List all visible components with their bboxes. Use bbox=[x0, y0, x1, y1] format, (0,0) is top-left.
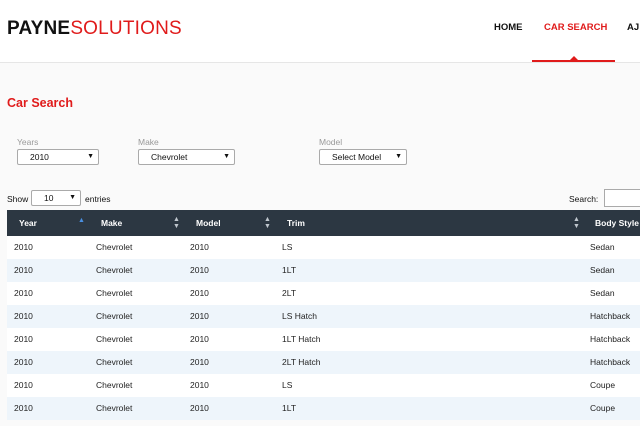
cell-body-style: Sedan bbox=[590, 288, 615, 298]
nav-active-caret-icon bbox=[570, 56, 578, 60]
make-select-value: Chevrolet bbox=[151, 152, 188, 162]
cell-body-style: Sedan bbox=[590, 242, 615, 252]
column-header-body-style[interactable]: Body Style bbox=[595, 218, 639, 228]
cell-body-style: Sedan bbox=[590, 265, 615, 275]
cell-body-style: Hatchback bbox=[590, 311, 631, 321]
cell-make: Chevrolet bbox=[96, 380, 133, 390]
cell-body-style: Coupe bbox=[590, 403, 616, 413]
search-label: Search: bbox=[569, 194, 599, 204]
nav-item-partial[interactable]: AJ bbox=[627, 22, 639, 33]
cell-trim: 2LT bbox=[282, 288, 297, 298]
cell-model: 2010 bbox=[190, 265, 209, 275]
nav-active-underline bbox=[532, 60, 615, 62]
column-header-trim[interactable]: Trim bbox=[287, 218, 305, 228]
cell-year: 2010 bbox=[14, 265, 33, 275]
cell-year: 2010 bbox=[14, 311, 33, 321]
brand-logo[interactable]: PAYNESOLUTIONS bbox=[7, 18, 182, 40]
cell-trim: 1LT bbox=[282, 265, 297, 275]
column-header-make[interactable]: Make bbox=[101, 218, 122, 228]
cell-make: Chevrolet bbox=[96, 357, 133, 367]
sort-both-icon[interactable]: ▲ ▼ bbox=[573, 216, 580, 230]
cell-trim: 2LT Hatch bbox=[282, 357, 321, 367]
cell-year: 2010 bbox=[14, 403, 33, 413]
model-select[interactable]: Select Model ▼ bbox=[319, 149, 407, 165]
cell-year: 2010 bbox=[14, 334, 33, 344]
chevron-down-icon: ▼ bbox=[69, 194, 76, 201]
years-label: Years bbox=[17, 137, 39, 147]
nav-home[interactable]: HOME bbox=[494, 22, 523, 33]
years-select-value: 2010 bbox=[30, 152, 49, 162]
top-bar: PAYNESOLUTIONS HOME CAR SEARCH AJ bbox=[0, 0, 640, 63]
cell-model: 2010 bbox=[190, 242, 209, 252]
cell-year: 2010 bbox=[14, 380, 33, 390]
entries-length-value: 10 bbox=[44, 193, 54, 203]
cell-make: Chevrolet bbox=[96, 242, 133, 252]
cell-trim: 1LT Hatch bbox=[282, 334, 321, 344]
cell-make: Chevrolet bbox=[96, 403, 133, 413]
make-label: Make bbox=[138, 137, 159, 147]
sort-both-icon[interactable]: ▲ ▼ bbox=[173, 216, 180, 230]
cell-make: Chevrolet bbox=[96, 311, 133, 321]
model-label: Model bbox=[319, 137, 343, 147]
sort-asc-icon[interactable]: ▲ bbox=[78, 217, 85, 224]
cell-year: 2010 bbox=[14, 242, 33, 252]
cell-model: 2010 bbox=[190, 311, 209, 321]
cell-year: 2010 bbox=[14, 288, 33, 298]
search-input[interactable] bbox=[604, 189, 640, 207]
cell-year: 2010 bbox=[14, 357, 33, 367]
show-label: Show bbox=[7, 194, 29, 204]
chevron-down-icon: ▼ bbox=[223, 153, 230, 160]
cell-body-style: Hatchback bbox=[590, 357, 631, 367]
entries-label: entries bbox=[85, 194, 111, 204]
column-header-model[interactable]: Model bbox=[196, 218, 221, 228]
cell-body-style: Coupe bbox=[590, 380, 616, 390]
column-header-year[interactable]: Year bbox=[19, 218, 37, 228]
cell-model: 2010 bbox=[190, 380, 209, 390]
chevron-down-icon: ▼ bbox=[87, 153, 94, 160]
brand-name-part2: SOLUTIONS bbox=[70, 18, 182, 39]
years-select[interactable]: 2010 ▼ bbox=[17, 149, 99, 165]
brand-name-part1: PAYNE bbox=[7, 18, 71, 39]
nav-car-search[interactable]: CAR SEARCH bbox=[544, 22, 607, 33]
cell-model: 2010 bbox=[190, 403, 209, 413]
cell-trim: 1LT bbox=[282, 403, 297, 413]
cell-make: Chevrolet bbox=[96, 265, 133, 275]
chevron-down-icon: ▼ bbox=[395, 153, 402, 160]
cell-trim: LS bbox=[282, 380, 293, 390]
cell-body-style: Hatchback bbox=[590, 334, 631, 344]
cell-model: 2010 bbox=[190, 288, 209, 298]
page-title: Car Search bbox=[7, 96, 74, 110]
cell-trim: LS Hatch bbox=[282, 311, 317, 321]
cell-model: 2010 bbox=[190, 334, 209, 344]
cell-model: 2010 bbox=[190, 357, 209, 367]
model-select-value: Select Model bbox=[332, 152, 382, 162]
sort-both-icon[interactable]: ▲ ▼ bbox=[264, 216, 271, 230]
entries-length-select[interactable]: 10 ▼ bbox=[31, 190, 81, 206]
cell-trim: LS bbox=[282, 242, 293, 252]
cell-make: Chevrolet bbox=[96, 334, 133, 344]
make-select[interactable]: Chevrolet ▼ bbox=[138, 149, 235, 165]
cell-make: Chevrolet bbox=[96, 288, 133, 298]
